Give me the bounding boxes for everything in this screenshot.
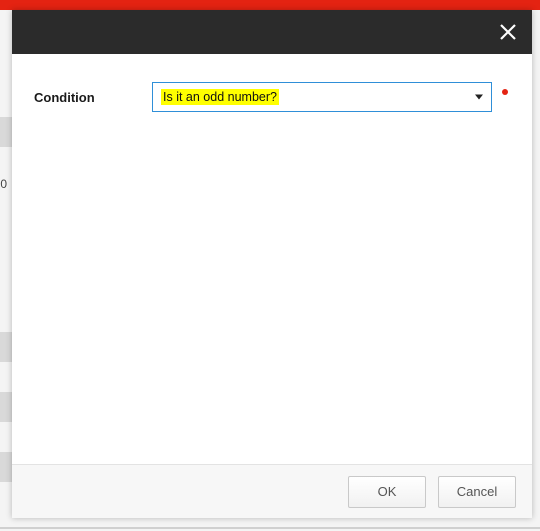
- ok-button-label: OK: [378, 484, 397, 499]
- chevron-down-icon: [475, 95, 483, 100]
- dialog: Condition Is it an odd number? OK Cancel: [12, 10, 532, 518]
- required-indicator-icon: [502, 89, 508, 95]
- condition-label: Condition: [34, 90, 152, 105]
- condition-selected-value: Is it an odd number?: [161, 89, 279, 105]
- background-bar: [0, 117, 12, 147]
- background-bar: [0, 332, 12, 362]
- dialog-body: Condition Is it an odd number?: [12, 54, 532, 464]
- close-icon: [499, 23, 517, 41]
- background-bar: [0, 392, 12, 422]
- cancel-button-label: Cancel: [457, 484, 497, 499]
- app-header-strip: [0, 0, 540, 10]
- page-bottom-divider: [0, 527, 540, 529]
- cancel-button[interactable]: Cancel: [438, 476, 516, 508]
- background-bar: [0, 452, 12, 482]
- background-text-snippet: :0: [0, 177, 7, 191]
- dialog-titlebar: [12, 10, 532, 54]
- close-button[interactable]: [494, 18, 522, 46]
- condition-select[interactable]: Is it an odd number?: [152, 82, 492, 112]
- condition-row: Condition Is it an odd number?: [34, 82, 510, 112]
- ok-button[interactable]: OK: [348, 476, 426, 508]
- dialog-footer: OK Cancel: [12, 464, 532, 518]
